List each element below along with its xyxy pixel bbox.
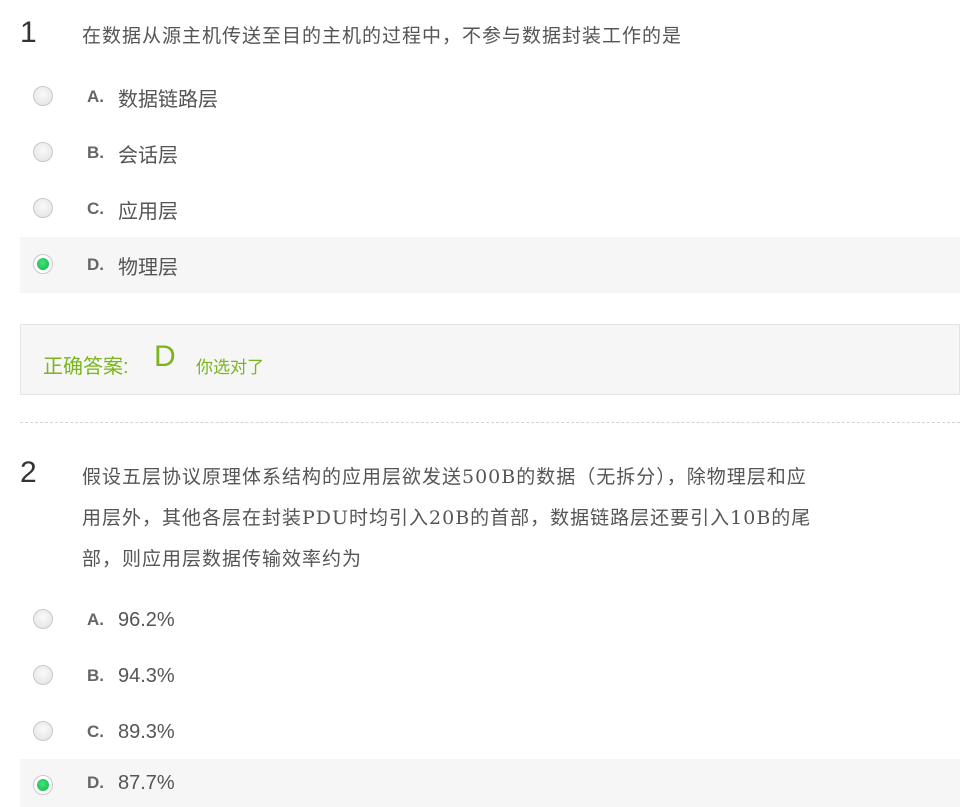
answer-status: 你选对了	[196, 358, 264, 377]
option-c[interactable]: C. 应用层	[20, 181, 960, 237]
question-text-line: 用层外，其他各层在封装PDU时均引入20B的首部，数据链路层还要引入10B的尾	[82, 507, 812, 529]
answer-feedback: 正确答案: D 你选对了	[20, 324, 960, 395]
option-a[interactable]: A. 96.2%	[20, 592, 960, 648]
option-text: 87.7%	[118, 771, 175, 794]
question-text-line: 部，则应用层数据传输效率约为	[82, 548, 363, 570]
option-text: 数据链路层	[118, 88, 218, 111]
radio-button[interactable]	[33, 86, 53, 106]
option-b[interactable]: B. 94.3%	[20, 648, 960, 704]
option-d[interactable]: D. 物理层	[20, 237, 960, 293]
option-letter: D.	[87, 255, 104, 274]
option-a[interactable]: A. 数据链路层	[20, 69, 960, 125]
question-number: 1	[20, 16, 37, 49]
question-text-line: 假设五层协议原理体系结构的应用层欲发送500B的数据（无拆分），除物理层和应	[82, 466, 807, 488]
option-letter: C.	[87, 722, 104, 741]
option-text: 会话层	[118, 144, 178, 167]
option-b[interactable]: B. 会话层	[20, 125, 960, 181]
option-text: 96.2%	[118, 608, 175, 631]
question-text: 在数据从源主机传送至目的主机的过程中，不参与数据封装工作的是	[82, 25, 683, 47]
radio-button[interactable]	[33, 665, 53, 685]
question-number: 2	[20, 456, 37, 489]
option-letter: D.	[87, 773, 104, 792]
correct-answer-label: 正确答案:	[43, 356, 129, 378]
option-text: 物理层	[118, 256, 178, 279]
option-text: 94.3%	[118, 664, 175, 687]
option-letter: C.	[87, 199, 104, 218]
radio-button[interactable]	[33, 721, 53, 741]
radio-button[interactable]	[33, 198, 53, 218]
radio-button[interactable]	[33, 609, 53, 629]
radio-button[interactable]	[33, 142, 53, 162]
correct-answer-letter: D	[154, 340, 176, 373]
radio-button-checked[interactable]	[33, 254, 53, 274]
option-text: 应用层	[118, 200, 178, 223]
option-c[interactable]: C. 89.3%	[20, 704, 960, 760]
option-letter: A.	[87, 610, 104, 629]
radio-button-checked[interactable]	[33, 775, 53, 795]
divider	[20, 422, 960, 423]
option-letter: B.	[87, 666, 104, 685]
option-d[interactable]: D. 87.7%	[20, 759, 960, 807]
option-letter: A.	[87, 87, 104, 106]
option-letter: B.	[87, 143, 104, 162]
option-text: 89.3%	[118, 720, 175, 743]
